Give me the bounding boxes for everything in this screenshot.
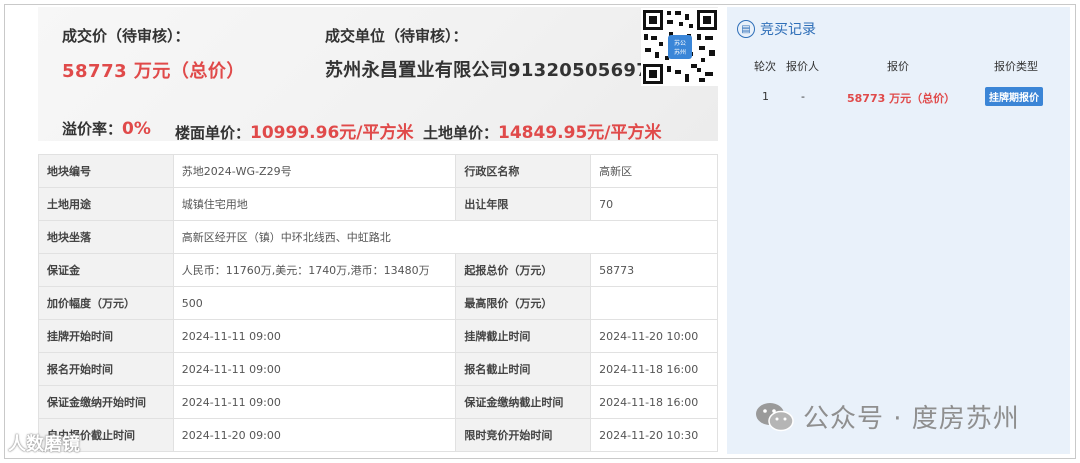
table-value: 70 [590, 187, 718, 221]
table-key: 起报总价（万元） [455, 253, 592, 287]
watermark-text: 公众号 · 度房苏州 [803, 404, 1020, 434]
table-value [590, 286, 718, 320]
bid-record-title: ▤ 竞买记录 [737, 19, 816, 39]
table-key: 报名开始时间 [38, 352, 174, 386]
land-price-value: 14849.95元/平方米 [498, 123, 662, 143]
table-key: 最高限价（万元） [455, 286, 592, 320]
table-key: 行政区名称 [455, 154, 592, 188]
deal-price-value: 58773 万元（总价） [62, 61, 245, 82]
table-value: 500 [172, 286, 457, 320]
table-value: 苏地2024-WG-Z29号 [172, 154, 457, 188]
deal-unit-value: 苏州永昌置业有限公司913205056978 [325, 60, 662, 81]
bid-record-panel: ▤ 竞买记录 轮次 报价人 报价 报价类型 1 - 58773 万元（总价） 挂… [727, 7, 1070, 454]
table-value: 城镇住宅用地 [172, 187, 457, 221]
deal-unit-label: 成交单位（待审核）： [325, 27, 468, 45]
bid-record-title-text: 竞买记录 [760, 22, 816, 38]
table-value: 高新区 [590, 154, 718, 188]
land-price: 土地单价：14849.95元/平方米 [423, 118, 661, 143]
bid-cell-price: 58773 万元（总价） [847, 92, 956, 105]
bid-cell-round: 1 [762, 90, 769, 103]
table-row: 加价幅度（万元） 500 最高限价（万元） [38, 286, 718, 320]
bid-header-type: 报价类型 [994, 60, 1038, 73]
table-key: 地块坐落 [38, 220, 174, 254]
bid-header-price: 报价 [887, 60, 909, 73]
table-value: 2024-11-20 09:00 [172, 418, 457, 452]
table-key: 地块编号 [38, 154, 174, 188]
floor-price-label: 楼面单价： [175, 124, 251, 142]
table-row: 自由报价截止时间 2024-11-20 09:00 限时竞价开始时间 2024-… [38, 418, 718, 452]
table-key: 加价幅度（万元） [38, 286, 174, 320]
table-row: 报名开始时间 2024-11-11 09:00 报名截止时间 2024-11-1… [38, 352, 718, 386]
table-value: 2024-11-18 16:00 [590, 385, 718, 419]
floor-price: 楼面单价：10999.96元/平方米 [175, 118, 413, 143]
parcel-detail-table: 地块编号 苏地2024-WG-Z29号 行政区名称 高新区 土地用途 城镇住宅用… [38, 154, 719, 452]
bid-header-round: 轮次 [754, 60, 776, 73]
table-row: 土地用途 城镇住宅用地 出让年限 70 [38, 187, 718, 221]
table-value: 58773 [590, 253, 718, 287]
premium-rate: 溢价率：0% [62, 118, 151, 139]
table-row: 保证金 人民币：11760万,美元：1740万,港币：13480万 起报总价（万… [38, 253, 718, 287]
land-price-label: 土地单价： [423, 124, 499, 142]
table-value: 2024-11-11 09:00 [172, 385, 457, 419]
premium-value: 0% [122, 119, 151, 139]
deal-price-label: 成交价（待审核）： [62, 27, 190, 45]
bid-type-badge: 挂牌期报价 [985, 87, 1043, 106]
table-value: 高新区经开区（镇）中环北线西、中虹路北 [172, 220, 719, 254]
bid-cell-bidder: - [801, 90, 805, 103]
svg-text:苏州: 苏州 [674, 48, 686, 56]
table-value: 2024-11-20 10:00 [590, 319, 718, 353]
table-key: 出让年限 [455, 187, 592, 221]
table-row: 地块编号 苏地2024-WG-Z29号 行政区名称 高新区 [38, 154, 718, 188]
wechat-icon [755, 400, 795, 434]
record-icon: ▤ [737, 20, 755, 38]
premium-label: 溢价率： [62, 120, 123, 138]
table-value: 人民币：11760万,美元：1740万,港币：13480万 [172, 253, 457, 287]
floor-price-value: 10999.96元/平方米 [250, 123, 414, 143]
table-key: 挂牌开始时间 [38, 319, 174, 353]
table-key: 土地用途 [38, 187, 174, 221]
qr-code-icon: 苏公 苏州 [641, 8, 719, 86]
bid-header-bidder: 报价人 [786, 60, 819, 73]
table-key: 保证金缴纳截止时间 [455, 385, 592, 419]
table-key: 保证金 [38, 253, 174, 287]
table-key: 限时竞价开始时间 [455, 418, 592, 452]
table-value: 2024-11-20 10:30 [590, 418, 718, 452]
table-key: 保证金缴纳开始时间 [38, 385, 174, 419]
table-row: 挂牌开始时间 2024-11-11 09:00 挂牌截止时间 2024-11-2… [38, 319, 718, 353]
table-row: 保证金缴纳开始时间 2024-11-11 09:00 保证金缴纳截止时间 202… [38, 385, 718, 419]
watermark: 公众号 · 度房苏州 [755, 398, 1020, 435]
table-key: 报名截止时间 [455, 352, 592, 386]
corner-watermark-text: 人数磨镜 [8, 434, 80, 455]
table-value: 2024-11-11 09:00 [172, 319, 457, 353]
deal-summary: 成交价（待审核）： 58773 万元（总价） 成交单位（待审核）： 苏州永昌置业… [38, 7, 719, 143]
table-row: 地块坐落 高新区经开区（镇）中环北线西、中虹路北 [38, 220, 719, 254]
svg-text:苏公: 苏公 [674, 39, 686, 47]
corner-watermark: 人数磨镜 [8, 430, 80, 456]
table-value: 2024-11-18 16:00 [590, 352, 718, 386]
table-key: 挂牌截止时间 [455, 319, 592, 353]
table-value: 2024-11-11 09:00 [172, 352, 457, 386]
